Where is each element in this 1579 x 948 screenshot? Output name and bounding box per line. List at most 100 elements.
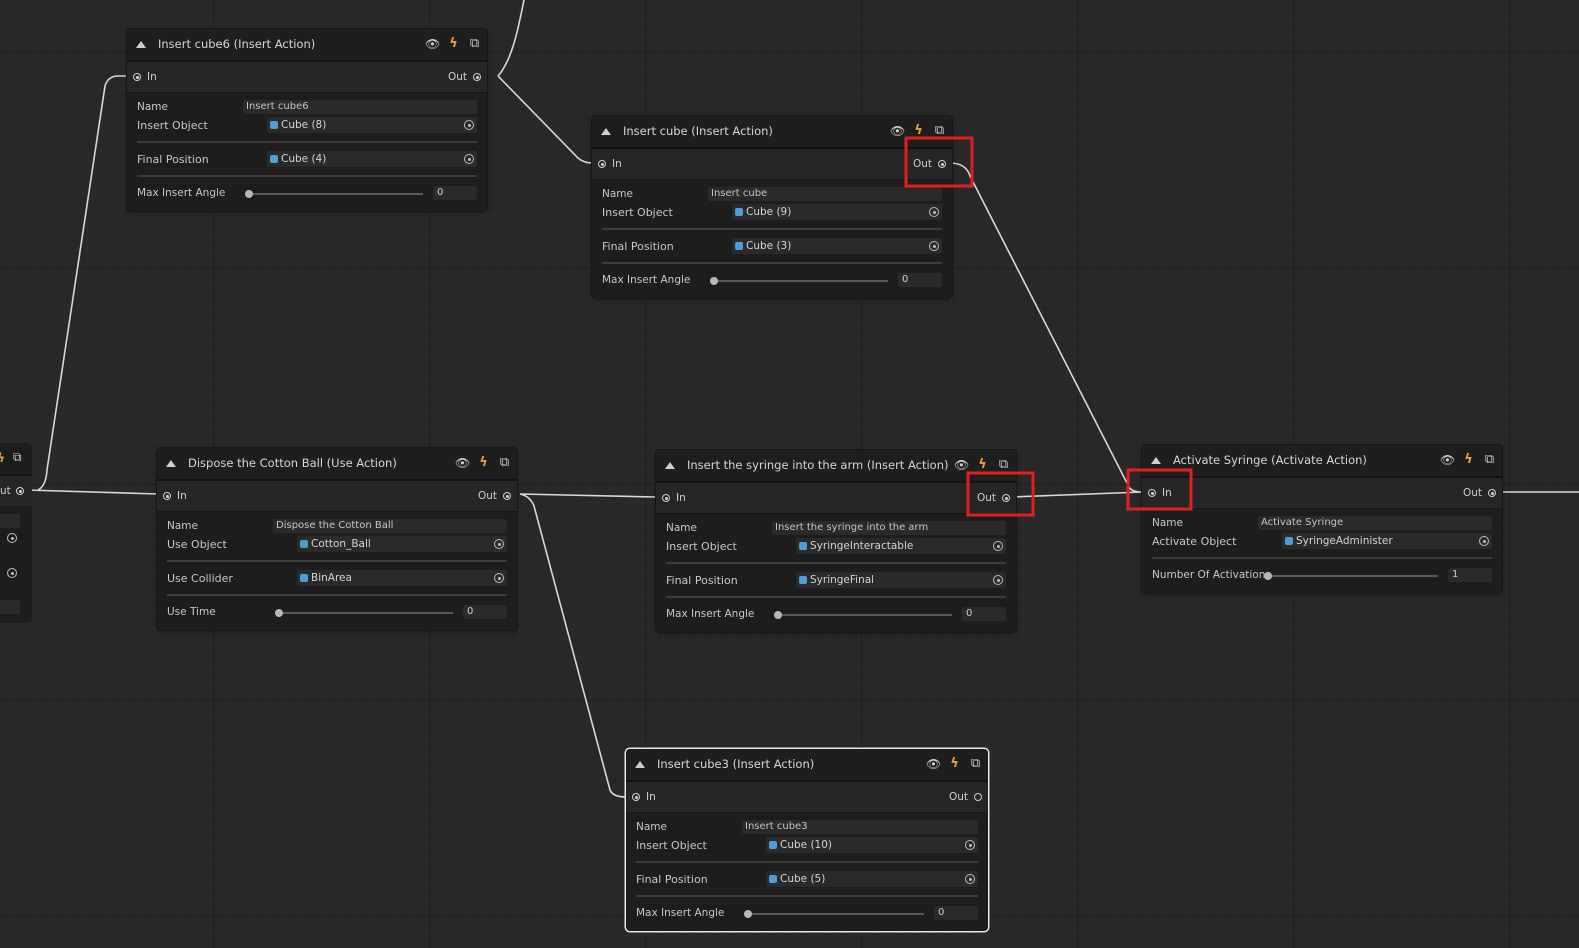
max-insert-angle-field[interactable]: 0 [934, 906, 978, 920]
port-in[interactable]: In [598, 158, 622, 170]
port-out-dot[interactable] [1488, 489, 1496, 497]
collapse-triangle-icon[interactable] [601, 128, 611, 135]
port-out-dot[interactable] [938, 160, 946, 168]
eye-icon[interactable]: 👁 [954, 457, 969, 473]
port-out[interactable]: Out [949, 791, 982, 803]
port-in[interactable]: In [632, 791, 656, 803]
port-in-dot[interactable] [133, 73, 141, 81]
node-settings-icon[interactable]: ⧉ [1482, 452, 1497, 468]
lightning-icon[interactable]: ϟ [446, 36, 461, 52]
max-insert-angle-field[interactable]: 0 [962, 607, 1006, 621]
collapse-triangle-icon[interactable] [665, 462, 675, 469]
final-position-field[interactable]: Cube (5) [766, 871, 978, 887]
port-out-dot[interactable] [503, 492, 511, 500]
object-picker-icon[interactable] [7, 568, 17, 578]
lightning-icon[interactable]: ϟ [476, 455, 491, 471]
collapse-triangle-icon[interactable] [635, 761, 645, 768]
name-field[interactable]: Insert cube3 [742, 820, 978, 834]
activate-object-field[interactable]: SyringeAdminister [1282, 533, 1492, 549]
max-insert-angle-slider[interactable] [710, 277, 888, 285]
eye-icon[interactable]: 👁 [425, 36, 440, 52]
port-out-dot[interactable] [16, 487, 24, 495]
slider-knob[interactable] [710, 277, 718, 285]
object-picker-icon[interactable] [494, 539, 504, 549]
max-insert-angle-slider[interactable] [245, 190, 423, 198]
lightning-icon[interactable]: ϟ [911, 123, 926, 139]
lightning-icon[interactable]: ϟ [947, 756, 962, 772]
port-out[interactable]: Out [913, 158, 946, 170]
use-time-field[interactable]: 0 [463, 605, 507, 619]
port-in-dot[interactable] [163, 492, 171, 500]
slider-knob[interactable] [275, 609, 283, 617]
object-picker-icon[interactable] [965, 874, 975, 884]
slider-knob[interactable] [1264, 572, 1272, 580]
port-in-dot[interactable] [1148, 489, 1156, 497]
eye-icon[interactable]: 👁 [455, 455, 470, 471]
port-in-dot[interactable] [662, 494, 670, 502]
object-picker-icon[interactable] [464, 120, 474, 130]
node-settings-icon[interactable]: ⧉ [996, 457, 1011, 473]
port-out[interactable]: Out [448, 71, 481, 83]
node-settings-icon[interactable]: ⧉ [13, 450, 22, 465]
object-picker-icon[interactable] [1479, 536, 1489, 546]
port-out[interactable]: Out [478, 490, 511, 502]
port-out-dot[interactable] [1002, 494, 1010, 502]
final-position-field[interactable]: SyringeFinal [796, 572, 1006, 588]
slider-knob[interactable] [245, 190, 253, 198]
slider-knob[interactable] [774, 611, 782, 619]
object-picker-icon[interactable] [965, 840, 975, 850]
port-out-dot[interactable] [974, 793, 982, 801]
eye-icon[interactable]: 👁 [890, 123, 905, 139]
final-position-field[interactable]: Cube (4) [267, 151, 477, 167]
port-in[interactable]: In [662, 492, 686, 504]
port-in[interactable]: In [1148, 487, 1172, 499]
insert-object-field[interactable]: Cube (10) [766, 837, 978, 853]
insert-object-field[interactable]: Cube (9) [732, 204, 942, 220]
name-field[interactable]: Insert cube [708, 187, 942, 201]
max-insert-angle-slider[interactable] [744, 910, 924, 918]
number-of-activations-field[interactable]: 1 [1448, 568, 1492, 582]
object-picker-icon[interactable] [993, 541, 1003, 551]
collapse-triangle-icon[interactable] [136, 41, 146, 48]
field-stub[interactable] [0, 600, 20, 614]
object-picker-icon[interactable] [929, 241, 939, 251]
collapse-triangle-icon[interactable] [166, 460, 176, 467]
insert-object-field[interactable]: SyringeInteractable [796, 538, 1006, 554]
partial-node-left[interactable]: ϟ ⧉ ut [0, 443, 32, 623]
node-insert-cube[interactable]: Insert cube (Insert Action) 👁 ϟ ⧉ In Out… [592, 116, 952, 298]
node-insert-syringe[interactable]: Insert the syringe into the arm (Insert … [656, 450, 1016, 632]
node-dispose-cotton-ball[interactable]: Dispose the Cotton Ball (Use Action) 👁 ϟ… [157, 448, 517, 630]
final-position-field[interactable]: Cube (3) [732, 238, 942, 254]
name-field[interactable]: Insert cube6 [243, 100, 477, 114]
node-settings-icon[interactable]: ⧉ [932, 123, 947, 139]
node-settings-icon[interactable]: ⧉ [968, 756, 983, 772]
eye-icon[interactable]: 👁 [926, 756, 941, 772]
object-picker-icon[interactable] [7, 533, 17, 543]
max-insert-angle-field[interactable]: 0 [433, 186, 477, 200]
port-in[interactable]: In [133, 71, 157, 83]
object-picker-icon[interactable] [993, 575, 1003, 585]
port-in[interactable]: In [163, 490, 187, 502]
use-time-slider[interactable] [275, 609, 453, 617]
insert-object-field[interactable]: Cube (8) [267, 117, 477, 133]
node-activate-syringe[interactable]: Activate Syringe (Activate Action) 👁 ϟ ⧉… [1142, 445, 1502, 593]
node-insert-cube6[interactable]: Insert cube6 (Insert Action) 👁 ϟ ⧉ In Ou… [127, 29, 487, 211]
collapse-triangle-icon[interactable] [1151, 457, 1161, 464]
port-out[interactable]: Out [1463, 487, 1496, 499]
name-field[interactable]: Dispose the Cotton Ball [273, 519, 507, 533]
node-insert-cube3[interactable]: Insert cube3 (Insert Action) 👁 ϟ ⧉ In Ou… [626, 749, 988, 931]
lightning-icon[interactable]: ϟ [1461, 452, 1476, 468]
use-object-field[interactable]: Cotton_Ball [297, 536, 507, 552]
port-in-dot[interactable] [632, 793, 640, 801]
port-out[interactable]: Out [977, 492, 1010, 504]
max-insert-angle-field[interactable]: 0 [898, 273, 942, 287]
object-picker-icon[interactable] [929, 207, 939, 217]
name-field[interactable]: Insert the syringe into the arm [772, 521, 1006, 535]
object-picker-icon[interactable] [494, 573, 504, 583]
max-insert-angle-slider[interactable] [774, 611, 952, 619]
object-picker-icon[interactable] [464, 154, 474, 164]
port-in-dot[interactable] [598, 160, 606, 168]
node-settings-icon[interactable]: ⧉ [497, 455, 512, 471]
node-settings-icon[interactable]: ⧉ [467, 36, 482, 52]
name-field[interactable]: Activate Syringe [1258, 516, 1492, 530]
